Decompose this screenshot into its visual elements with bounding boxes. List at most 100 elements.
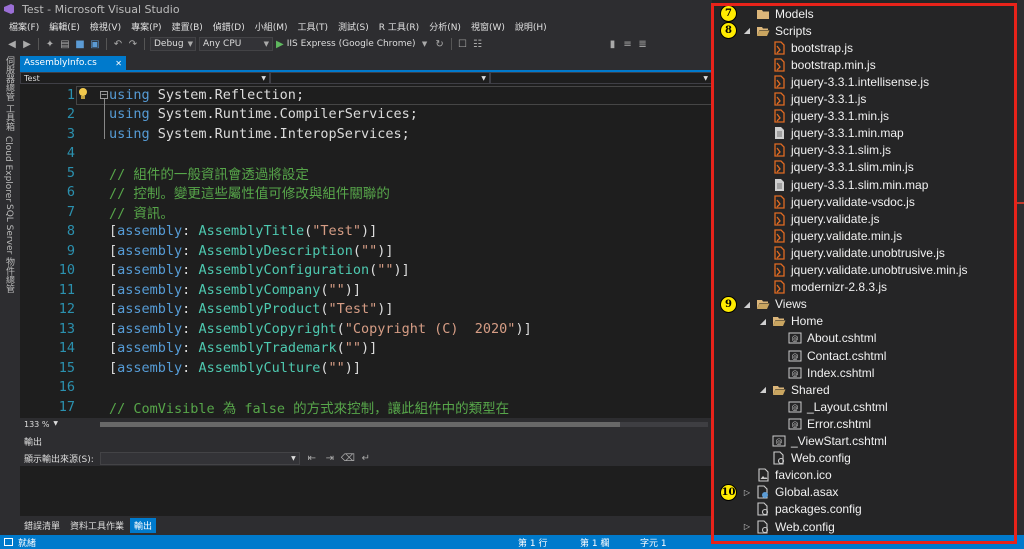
lightbulb-icon[interactable] (78, 87, 88, 101)
expand-triangle-open-icon[interactable]: ◢ (743, 296, 751, 313)
tab-output[interactable]: 輸出 (130, 517, 157, 533)
tab-cloud-explorer[interactable]: Cloud Explorer (3, 136, 13, 202)
tree-item[interactable]: jquery.validate.js (772, 210, 880, 227)
tab-sql-server-object-explorer[interactable]: SQL Server 物件總管 (3, 204, 16, 293)
tree-item[interactable]: jquery-3.3.1.slim.js (772, 142, 891, 159)
toolbar-misc-icon-2[interactable]: ☷ (472, 38, 484, 50)
tab-data-tools-operations[interactable]: 資料工具作業 (66, 518, 128, 533)
output-clear-icon[interactable]: ⌫ (341, 452, 355, 464)
output-source-combo[interactable]: ▼ (99, 451, 300, 465)
menu-item-11[interactable]: 視窗(W) (466, 20, 510, 33)
menu-item-2[interactable]: 檢視(V) (85, 20, 126, 33)
bookmark-icon[interactable]: ▮ (607, 38, 619, 50)
open-file-icon[interactable]: ▤ (59, 38, 71, 50)
run-icon[interactable]: ▶ (276, 39, 284, 50)
menu-item-10[interactable]: 分析(N) (424, 20, 466, 33)
solution-platform-combo[interactable]: Any CPU ▼ (199, 37, 273, 51)
menu-item-8[interactable]: 測試(S) (333, 20, 374, 33)
output-prev-icon[interactable]: ⇤ (306, 452, 318, 464)
line-number: 15 (58, 359, 75, 376)
menu-item-0[interactable]: 檔案(F) (4, 20, 44, 33)
tree-item[interactable]: @ Index.cshtml (788, 364, 874, 381)
expand-triangle-open-icon[interactable]: ◢ (759, 381, 767, 398)
collapse-region-icon[interactable]: − (100, 91, 108, 99)
expand-triangle-open-icon[interactable]: ◢ (743, 22, 751, 39)
bottom-tab-strip: 錯誤清單 資料工具作業 輸出 (20, 517, 712, 533)
tree-item[interactable]: @ Error.cshtml (788, 415, 871, 432)
pin-icon[interactable]: ✕ (115, 59, 122, 68)
tree-item[interactable]: Shared (772, 381, 830, 398)
tree-item[interactable]: Global.asax (756, 484, 838, 501)
run-dropdown-chevron-icon[interactable]: ▼ (419, 38, 431, 50)
menu-item-5[interactable]: 偵錯(D) (208, 20, 250, 33)
horizontal-scrollbar-thumb[interactable] (100, 422, 620, 427)
tree-item-label: _Layout.cshtml (807, 399, 888, 414)
tree-item[interactable]: Models (756, 5, 814, 22)
tree-item[interactable]: jquery-3.3.1.min.js (772, 108, 889, 125)
tree-item[interactable]: @ _Layout.cshtml (788, 398, 888, 415)
menu-item-7[interactable]: 工具(T) (293, 20, 334, 33)
menu-item-12[interactable]: 說明(H) (510, 20, 552, 33)
menu-item-4[interactable]: 建置(B) (167, 20, 208, 33)
tree-item[interactable]: Web.config (772, 450, 851, 467)
tree-item[interactable]: jquery-3.3.1.min.map (772, 125, 904, 142)
save-icon[interactable]: ■ (74, 38, 86, 50)
undo-icon[interactable]: ↶ (112, 38, 124, 50)
new-project-icon[interactable]: ✦ (44, 38, 56, 50)
tree-item[interactable]: modernizr-2.8.3.js (772, 279, 887, 296)
menu-item-3[interactable]: 專案(P) (126, 20, 166, 33)
tree-item[interactable]: bootstrap.js (772, 39, 853, 56)
tree-item[interactable]: jquery.validate.unobtrusive.js (772, 244, 945, 261)
tree-item[interactable]: jquery-3.3.1.slim.min.map (772, 176, 928, 193)
tree-item[interactable]: Views (756, 296, 807, 313)
comment-icon[interactable]: ≡ (622, 38, 634, 50)
line-number: 9 (66, 242, 75, 259)
back-icon[interactable]: ◀ (6, 38, 18, 50)
zoom-level-combo[interactable]: 133 % ▼ (20, 420, 62, 429)
tree-item[interactable]: Scripts (756, 22, 812, 39)
tree-item[interactable]: @ About.cshtml (788, 330, 876, 347)
tree-item[interactable]: jquery.validate.min.js (772, 227, 902, 244)
tab-server-explorer[interactable]: 伺服器總管 (3, 56, 16, 101)
horizontal-scrollbar[interactable] (100, 422, 708, 427)
output-wrap-icon[interactable]: ↵ (360, 452, 372, 464)
expand-triangle-open-icon[interactable]: ◢ (759, 313, 767, 330)
tree-item[interactable]: @ _ViewStart.cshtml (772, 433, 887, 450)
tree-item[interactable]: jquery-3.3.1.intellisense.js (772, 73, 929, 90)
code-token: using (109, 86, 150, 103)
solution-configuration-combo[interactable]: Debug ▼ (150, 37, 196, 51)
uncomment-icon[interactable]: ≣ (637, 38, 649, 50)
expand-triangle-closed-icon[interactable]: ▷ (743, 518, 751, 535)
tree-item[interactable]: jquery-3.3.1.slim.min.js (772, 159, 914, 176)
output-next-icon[interactable]: ⇥ (324, 452, 336, 464)
redo-icon[interactable]: ↷ (127, 38, 139, 50)
toolbar-misc-icon[interactable]: ☐ (457, 38, 469, 50)
tree-item[interactable]: @ Contact.cshtml (788, 347, 886, 364)
tree-item[interactable]: jquery.validate-vsdoc.js (772, 193, 915, 210)
tree-item[interactable]: bootstrap.min.js (772, 56, 876, 73)
refresh-icon[interactable]: ↻ (434, 38, 446, 50)
menu-item-1[interactable]: 編輯(E) (44, 20, 85, 33)
tree-item[interactable]: Web.config (756, 518, 835, 535)
tree-item[interactable]: favicon.ico (756, 467, 832, 484)
run-target-button[interactable]: IIS Express (Google Chrome) (287, 39, 416, 49)
tree-item[interactable]: packages.config (756, 501, 862, 518)
tab-toolbox[interactable]: 工具箱 (3, 104, 16, 131)
menu-item-9[interactable]: R 工具(R) (374, 20, 424, 33)
forward-icon[interactable]: ▶ (21, 38, 33, 50)
tree-item-label: modernizr-2.8.3.js (791, 280, 888, 295)
tab-error-list[interactable]: 錯誤清單 (20, 518, 64, 533)
document-tab-assemblyinfo[interactable]: AssemblyInfo.cs ✕ (20, 56, 126, 70)
tree-item[interactable]: jquery.validate.unobtrusive.min.js (772, 262, 968, 279)
member-navigation-combo[interactable]: ▼ (490, 72, 712, 84)
project-navigation-combo[interactable]: Test ▼ (20, 72, 270, 84)
tree-item[interactable]: Home (772, 313, 823, 330)
save-all-icon[interactable]: ▣ (89, 38, 101, 50)
expand-triangle-closed-icon[interactable]: ▷ (743, 484, 751, 501)
code-editor[interactable]: 1 using System.Reflection; 2 using System.R… (20, 84, 712, 418)
tree-item[interactable]: jquery-3.3.1.js (772, 91, 866, 108)
menu-item-6[interactable]: 小組(M) (250, 20, 293, 33)
output-text-area[interactable] (20, 466, 712, 516)
window-title: Test - Microsoft Visual Studio (22, 2, 180, 16)
type-navigation-combo[interactable]: ▼ (270, 72, 490, 84)
